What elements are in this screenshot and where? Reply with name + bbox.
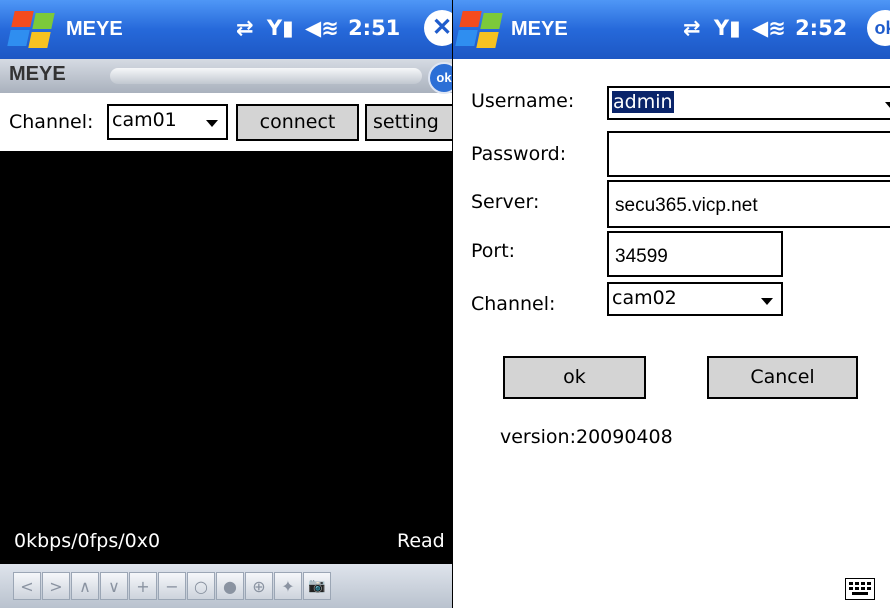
chevron-down-icon bbox=[885, 102, 890, 109]
windows-logo-icon[interactable] bbox=[455, 11, 503, 51]
pan-right-button[interactable]: > bbox=[42, 572, 70, 600]
focus-far-button[interactable]: ● bbox=[216, 572, 244, 600]
username-select[interactable]: admin bbox=[607, 86, 890, 120]
settings-screen: MEYE ⇄ Y▮ ◀≋ 2:52 ok Username: admin Pas… bbox=[453, 0, 890, 608]
iris-button[interactable]: ⊕ bbox=[245, 572, 273, 600]
port-label: Port: bbox=[471, 240, 516, 262]
connect-button[interactable]: connect bbox=[236, 104, 359, 141]
menu-title: MEYE bbox=[9, 63, 66, 85]
server-field[interactable]: secu365.vicp.net bbox=[607, 180, 890, 228]
channel-label: Channel: bbox=[471, 293, 556, 315]
zoom-out-button[interactable]: − bbox=[158, 572, 186, 600]
title-bar: MEYE ⇄ Y▮ ◀≋ 2:52 ok bbox=[453, 0, 890, 59]
server-label: Server: bbox=[471, 191, 540, 213]
channel-select-value: cam02 bbox=[612, 287, 677, 309]
menu-slider-track bbox=[110, 68, 422, 84]
title-bar: MEYE ⇄ Y▮ ◀≋ 2:51 ✕ bbox=[0, 0, 452, 59]
focus-near-button[interactable]: ○ bbox=[187, 572, 215, 600]
menu-bar: MEYE ok bbox=[0, 59, 452, 94]
stream-stats: 0kbps/0fps/0x0 bbox=[14, 530, 161, 552]
tilt-up-button[interactable]: ∧ bbox=[71, 572, 99, 600]
tilt-down-button[interactable]: ∨ bbox=[100, 572, 128, 600]
ok-button[interactable]: ok bbox=[503, 356, 646, 399]
sync-arrows-icon[interactable]: ⇄ bbox=[683, 16, 701, 40]
video-status-bar: 0kbps/0fps/0x0 Read bbox=[0, 529, 452, 559]
video-view[interactable] bbox=[0, 151, 452, 564]
password-label: Password: bbox=[471, 143, 567, 165]
username-label: Username: bbox=[471, 90, 575, 112]
speaker-icon[interactable]: ◀≋ bbox=[305, 16, 339, 40]
version-text: version:20090408 bbox=[500, 426, 673, 448]
camera-icon[interactable]: 📷 bbox=[303, 572, 331, 600]
main-screen: MEYE ⇄ Y▮ ◀≋ 2:51 ✕ MEYE ok Channel: cam… bbox=[0, 0, 452, 608]
setting-button[interactable]: setting bbox=[365, 104, 452, 141]
zoom-in-button[interactable]: + bbox=[129, 572, 157, 600]
signal-icon[interactable]: Y▮ bbox=[267, 16, 294, 40]
signal-icon[interactable]: Y▮ bbox=[714, 16, 741, 40]
clock[interactable]: 2:51 bbox=[348, 16, 400, 40]
status-icons: ⇄ Y▮ ◀≋ 2:52 bbox=[683, 16, 847, 40]
port-field-value: 34599 bbox=[615, 246, 668, 267]
chevron-down-icon bbox=[206, 120, 218, 127]
channel-select[interactable]: cam01 bbox=[107, 104, 228, 140]
pan-left-button[interactable]: < bbox=[13, 572, 41, 600]
windows-logo-icon[interactable] bbox=[7, 11, 55, 51]
ok-icon[interactable]: ok bbox=[867, 10, 890, 46]
speaker-icon[interactable]: ◀≋ bbox=[752, 16, 786, 40]
password-field[interactable] bbox=[607, 131, 890, 177]
sync-arrows-icon[interactable]: ⇄ bbox=[236, 16, 254, 40]
keyboard-icon[interactable] bbox=[845, 578, 875, 600]
close-icon[interactable]: ✕ bbox=[424, 10, 452, 46]
server-field-value: secu365.vicp.net bbox=[615, 195, 758, 216]
preset-button[interactable]: ✦ bbox=[274, 572, 302, 600]
username-select-value: admin bbox=[612, 91, 674, 113]
app-title: MEYE bbox=[66, 18, 123, 40]
channel-select[interactable]: cam02 bbox=[607, 282, 783, 316]
channel-label: Channel: bbox=[9, 111, 94, 133]
chevron-down-icon bbox=[761, 298, 773, 305]
app-title: MEYE bbox=[511, 18, 568, 40]
channel-select-value: cam01 bbox=[112, 109, 177, 131]
cancel-button[interactable]: Cancel bbox=[707, 356, 858, 399]
connection-state: Read bbox=[397, 530, 445, 552]
clock[interactable]: 2:52 bbox=[795, 16, 847, 40]
ptz-toolbar: < > ∧ ∨ + − ○ ● ⊕ ✦ 📷 bbox=[0, 564, 452, 608]
port-field[interactable]: 34599 bbox=[607, 231, 783, 277]
username-select-value-wrap: admin bbox=[612, 91, 674, 113]
status-icons: ⇄ Y▮ ◀≋ 2:51 bbox=[236, 16, 400, 40]
ok-icon[interactable]: ok bbox=[428, 62, 452, 94]
